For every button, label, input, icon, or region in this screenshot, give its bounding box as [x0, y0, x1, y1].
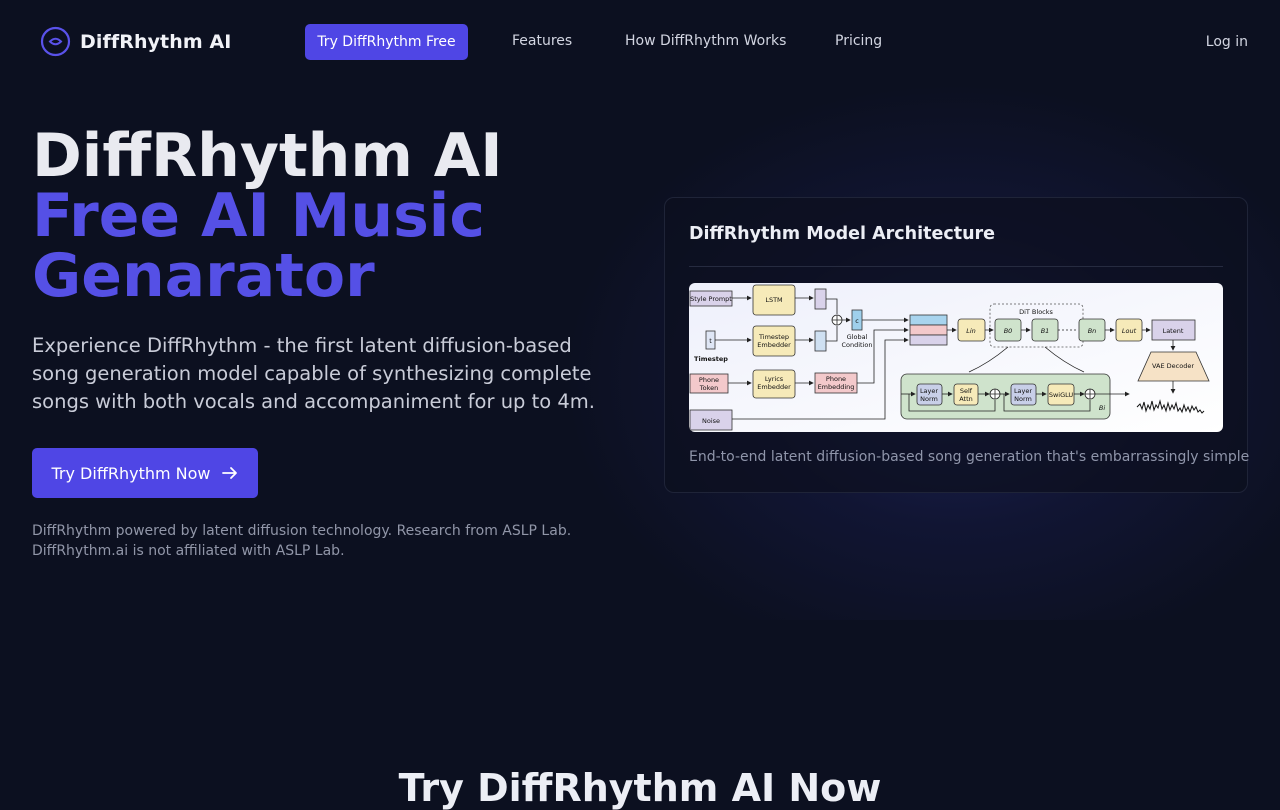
try-now-button[interactable]: Try DiffRhythm Now	[32, 448, 258, 498]
diagram-lout: Lout	[1122, 327, 1137, 335]
diagram-phone-token-2: Token	[699, 384, 719, 392]
card-divider	[689, 266, 1223, 267]
hero-description: Experience DiffRhythm - the first latent…	[32, 334, 596, 413]
nav-link-pricing[interactable]: Pricing	[835, 33, 882, 49]
disclaimer-line2: DiffRhythm.ai is not affiliated with ASL…	[32, 543, 345, 559]
diagram-bn: Bn	[1088, 327, 1097, 335]
diagram-layer-norm-b-1: Layer	[1014, 387, 1032, 395]
brand-name: DiffRhythm AI	[80, 30, 232, 53]
diagram-self-attn-2: Attn	[959, 395, 973, 403]
diagram-swiglu: SwiGLU	[1049, 391, 1074, 399]
hero-title-line2: Free AI Music	[32, 181, 485, 251]
disclaimer: DiffRhythm powered by latent diffusion t…	[32, 521, 571, 561]
card-caption: End-to-end latent diffusion-based song g…	[689, 449, 1250, 465]
architecture-diagram: Style Prompt t Timestep Phone Token Nois…	[689, 283, 1223, 432]
disclaimer-line1: DiffRhythm powered by latent diffusion t…	[32, 523, 572, 539]
diagram-lin: Lin	[966, 327, 976, 335]
diagram-layer-norm-b-2: Norm	[1014, 395, 1032, 403]
hero-title-line1: DiffRhythm AI	[32, 121, 503, 191]
nav-link-features[interactable]: Features	[512, 33, 572, 49]
hero-title-line3: Genarator	[32, 241, 375, 311]
diagram-phone-token-1: Phone	[699, 376, 719, 384]
diagram-layer-norm-a-2: Norm	[920, 395, 938, 403]
diagram-timestep-embedder-1: Timestep	[758, 333, 789, 341]
section-title: Try DiffRhythm AI Now	[398, 766, 882, 810]
architecture-diagram-svg: Style Prompt t Timestep Phone Token Nois…	[689, 283, 1223, 432]
diagram-t: t	[709, 337, 712, 345]
diagram-bi: Bi	[1099, 404, 1105, 412]
card-title: DiffRhythm Model Architecture	[689, 224, 996, 244]
diagram-phone-embedding-2: Embedding	[818, 383, 855, 391]
diagram-global-condition-2: Condition	[841, 341, 872, 349]
top-nav: DiffRhythm AI Try DiffRhythm Free Featur…	[0, 0, 1280, 82]
diagram-timestep: Timestep	[694, 355, 728, 363]
try-now-label: Try DiffRhythm Now	[51, 463, 211, 483]
circle-logo-icon	[40, 26, 71, 57]
brand[interactable]: DiffRhythm AI	[40, 26, 231, 57]
diagram-timestep-embedder-2: Embedder	[757, 341, 791, 349]
diagram-lyrics-embedder-2: Embedder	[757, 383, 791, 391]
diagram-layer-norm-a-1: Layer	[920, 387, 938, 395]
diagram-b1: B1	[1041, 327, 1050, 335]
diagram-b0: B0	[1004, 327, 1013, 335]
diagram-c: c	[855, 317, 859, 325]
hero-title: DiffRhythm AI Free AI Music Genarator	[32, 126, 503, 306]
diagram-self-attn-1: Self	[960, 387, 973, 395]
diagram-dit-blocks: DiT Blocks	[1019, 308, 1053, 316]
diagram-lstm: LSTM	[765, 296, 782, 304]
diagram-vae-decoder: VAE Decoder	[1152, 362, 1194, 370]
nav-link-how-it-works[interactable]: How DiffRhythm Works	[625, 33, 786, 49]
login-link[interactable]: Log in	[1206, 34, 1248, 50]
diagram-style-prompt: Style Prompt	[690, 295, 732, 303]
architecture-card: DiffRhythm Model Architecture Style Prom…	[664, 197, 1250, 493]
diagram-lyrics-embedder-1: Lyrics	[765, 375, 784, 383]
arrow-right-icon	[221, 467, 237, 479]
diagram-phone-embedding-1: Phone	[826, 375, 846, 383]
diagram-latent: Latent	[1163, 327, 1184, 335]
diagram-noise: Noise	[702, 417, 720, 425]
try-free-button[interactable]: Try DiffRhythm Free	[305, 24, 468, 60]
diagram-global-condition-1: Global	[847, 333, 868, 341]
